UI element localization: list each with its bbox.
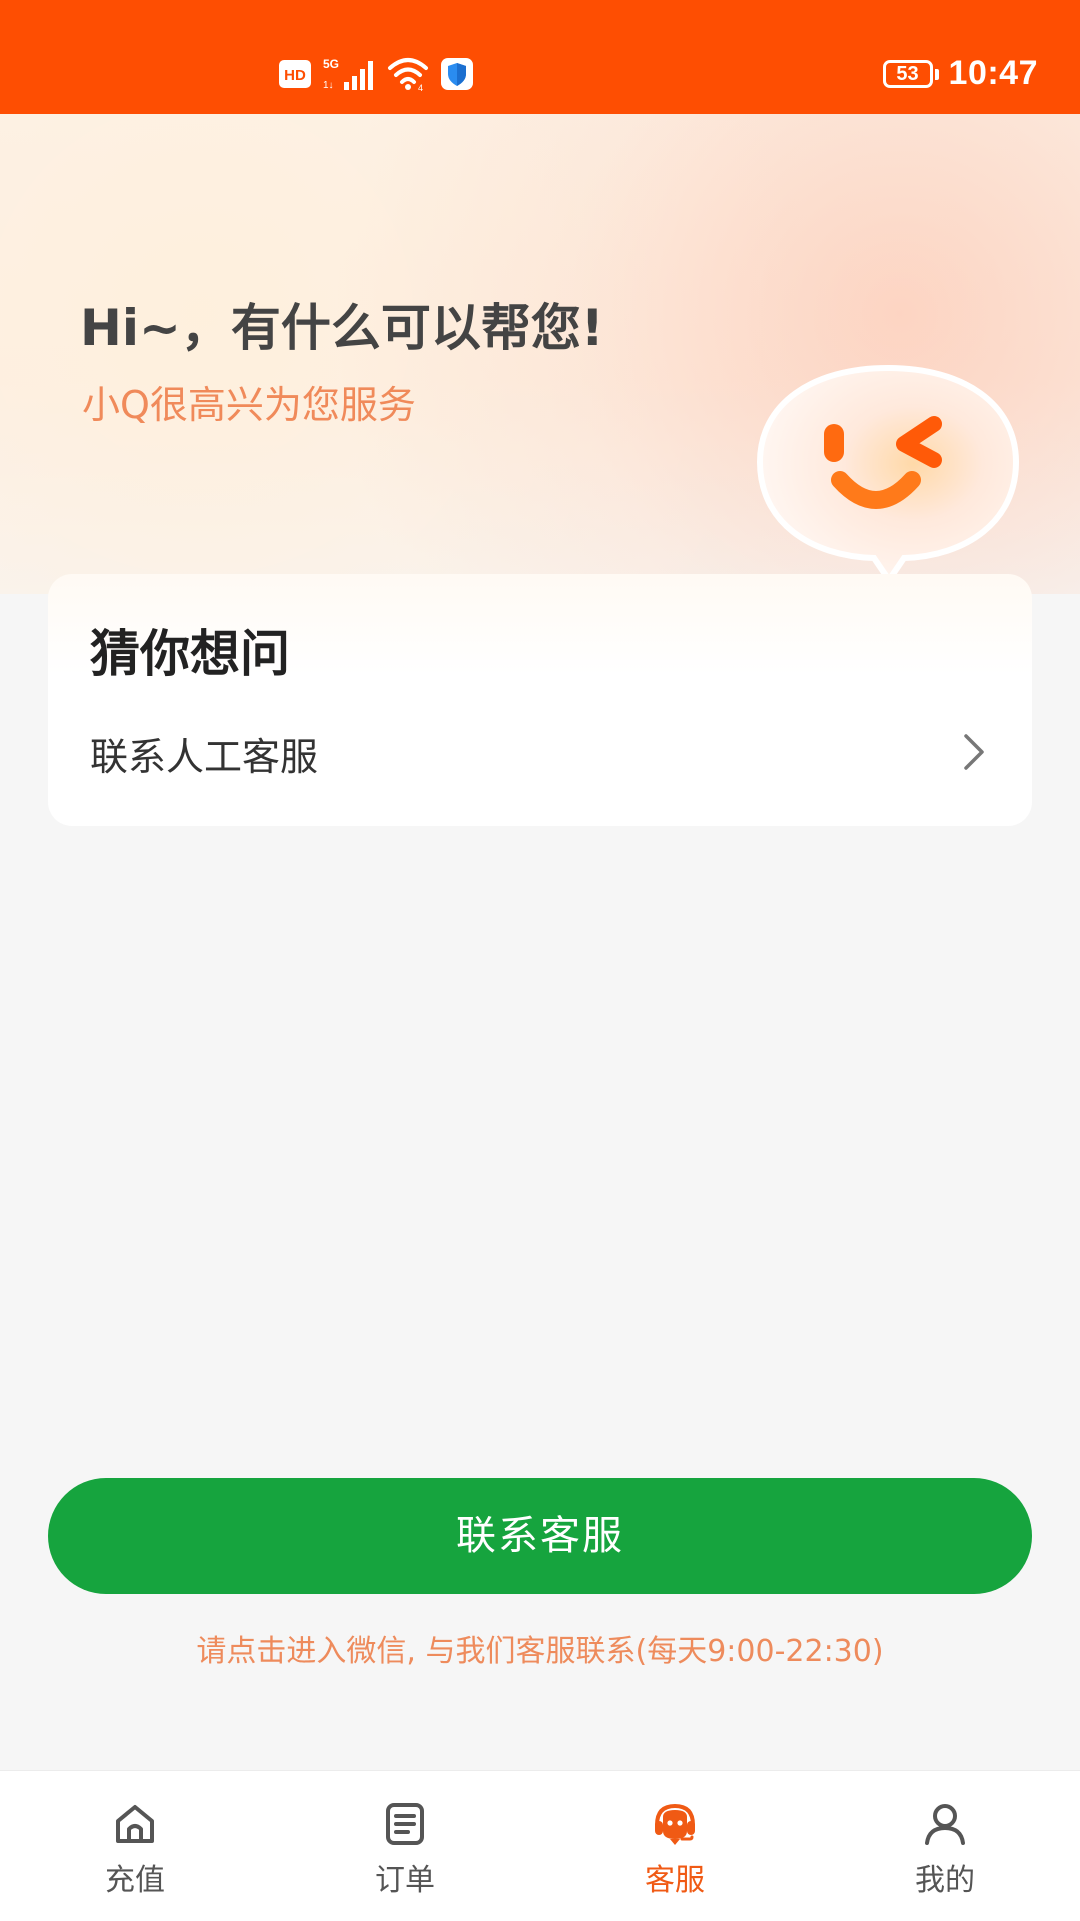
status-icons: HD 5G 1↓ 4	[278, 56, 474, 96]
battery-icon: 53	[882, 59, 939, 88]
home-icon	[112, 1801, 158, 1847]
nav-label: 充值	[105, 1863, 165, 1898]
nav-item-mine[interactable]: 我的	[810, 1771, 1080, 1921]
wifi-icon: 4	[386, 56, 430, 96]
battery-level: 53	[896, 62, 919, 85]
svg-text:1↓: 1↓	[323, 80, 334, 91]
winking-chat-bubble-icon	[754, 362, 1022, 592]
hero-banner: Hi~，有什么可以帮您! 小Q很高兴为您服务	[0, 114, 1080, 594]
nav-item-recharge[interactable]: 充值	[0, 1771, 270, 1921]
nav-item-orders[interactable]: 订单	[270, 1771, 540, 1921]
greeting-subtitle: 小Q很高兴为您服务	[82, 383, 416, 427]
greeting-title: Hi~，有什么可以帮您!	[80, 299, 604, 357]
order-list-icon	[382, 1801, 428, 1847]
shield-icon	[440, 57, 474, 95]
svg-text:HD: HD	[284, 67, 306, 84]
status-right: 53 10:47	[882, 54, 1038, 93]
nav-label: 客服	[645, 1863, 705, 1898]
status-bar: HD 5G 1↓ 4 53 10:47	[0, 0, 1080, 114]
5g-signal-icon: 5G 1↓	[322, 56, 376, 96]
nav-label: 订单	[375, 1863, 435, 1898]
clock: 10:47	[948, 54, 1038, 92]
contact-service-button[interactable]: 联系客服	[48, 1478, 1032, 1594]
customer-service-icon	[652, 1801, 698, 1847]
svg-text:4: 4	[418, 83, 423, 92]
hd-icon: HD	[278, 59, 312, 93]
svg-text:5G: 5G	[323, 57, 339, 71]
user-icon	[922, 1801, 968, 1847]
contact-hint: 请点击进入微信, 与我们客服联系(每天9:00-22:30)	[196, 1634, 884, 1669]
bottom-nav: 充值 订单 客服 我的	[0, 1770, 1080, 1921]
faq-item-contact-human[interactable]: 联系人工客服	[48, 704, 1032, 794]
nav-label: 我的	[915, 1863, 975, 1898]
faq-item-label: 联系人工客服	[90, 735, 319, 779]
faq-card: 猜你想问 联系人工客服	[48, 574, 1032, 826]
nav-item-customer-service[interactable]: 客服	[540, 1771, 810, 1921]
faq-title: 猜你想问	[90, 625, 290, 683]
chevron-right-icon	[958, 732, 988, 772]
